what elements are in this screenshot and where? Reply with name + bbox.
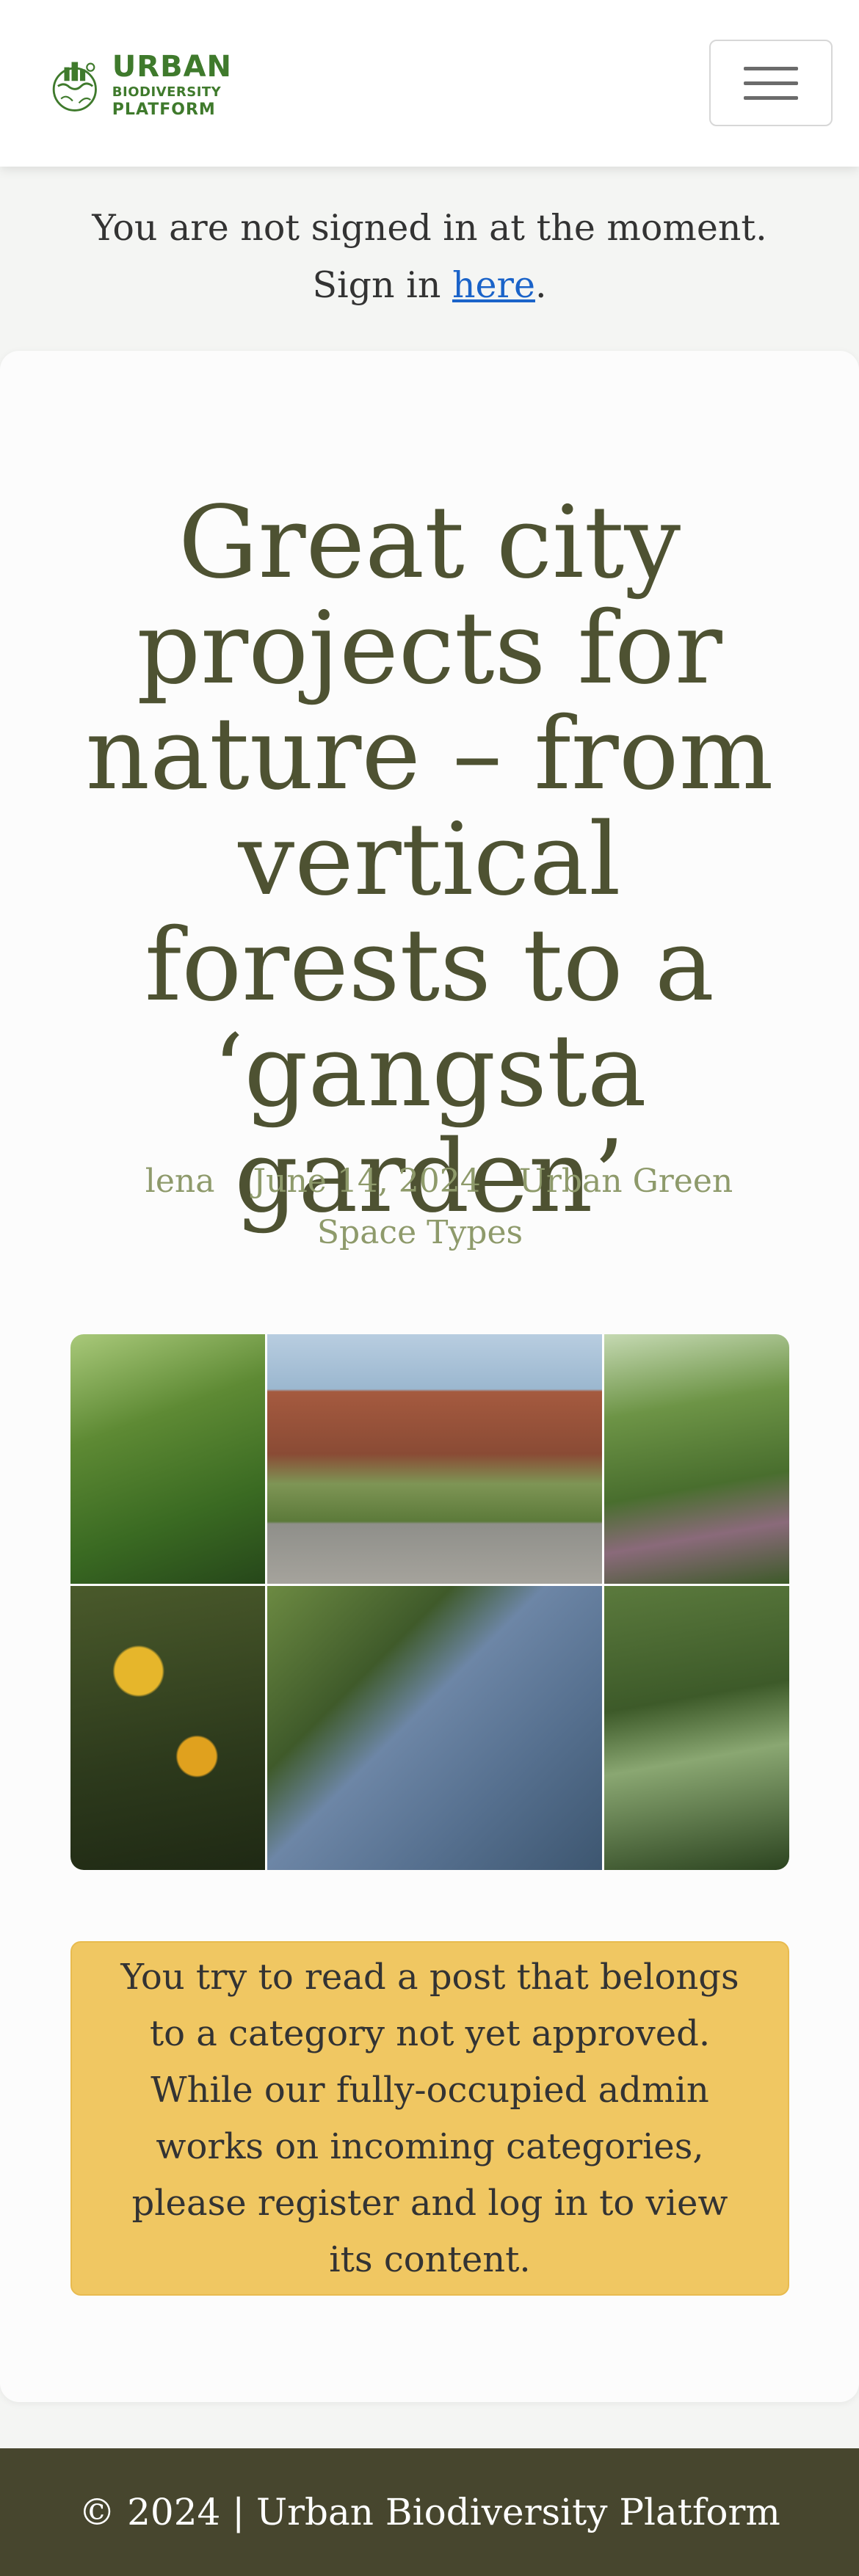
site-footer: © 2024 | Urban Biodiversity Platform — [0, 2448, 859, 2576]
signin-notice-line2: Sign in here. — [0, 257, 859, 314]
site-logo[interactable]: URBAN BIODIVERSITY PLATFORM — [48, 46, 232, 125]
signin-notice: You are not signed in at the moment. Sig… — [0, 200, 859, 314]
hamburger-icon-bar — [744, 81, 798, 85]
logo-text-urban: URBAN — [112, 50, 232, 84]
collage-image-brick-building — [267, 1334, 602, 1584]
signin-prefix: Sign in — [312, 264, 452, 306]
globe-city-logo-icon — [52, 62, 97, 112]
logo-text-biodiversity: BIODIVERSITY — [112, 84, 222, 100]
signin-link[interactable]: here — [452, 264, 535, 306]
post-date[interactable]: June 14, 2024 — [253, 1163, 480, 1200]
category-warning-text: You try to read a post that belongs to a… — [120, 1956, 739, 2280]
post-image-collage — [70, 1334, 789, 1870]
collage-image-gardener — [267, 1586, 602, 1870]
menu-toggle-button[interactable] — [709, 40, 833, 126]
category-warning-alert: You try to read a post that belongs to a… — [70, 1941, 789, 2296]
post-meta: lena June 14, 2024 Urban Green Space Types — [73, 1156, 786, 1259]
signin-notice-line1: You are not signed in at the moment. — [92, 207, 767, 249]
logo-text-platform: PLATFORM — [112, 101, 216, 119]
post-author[interactable]: lena — [145, 1163, 215, 1200]
collage-image-tall-plants — [70, 1334, 265, 1584]
footer-copyright: © 2024 | Urban Biodiversity Platform — [79, 2491, 780, 2533]
hamburger-icon-bar — [744, 95, 798, 100]
site-header: URBAN BIODIVERSITY PLATFORM — [0, 0, 859, 167]
post-title: Great city projects for nature – from ve… — [85, 485, 774, 1235]
hamburger-icon — [744, 66, 798, 70]
collage-image-pink-flowers — [604, 1334, 789, 1584]
signin-suffix: . — [534, 264, 547, 306]
collage-image-white-flowers — [604, 1586, 789, 1870]
collage-image-yellow-flowers — [70, 1586, 265, 1870]
